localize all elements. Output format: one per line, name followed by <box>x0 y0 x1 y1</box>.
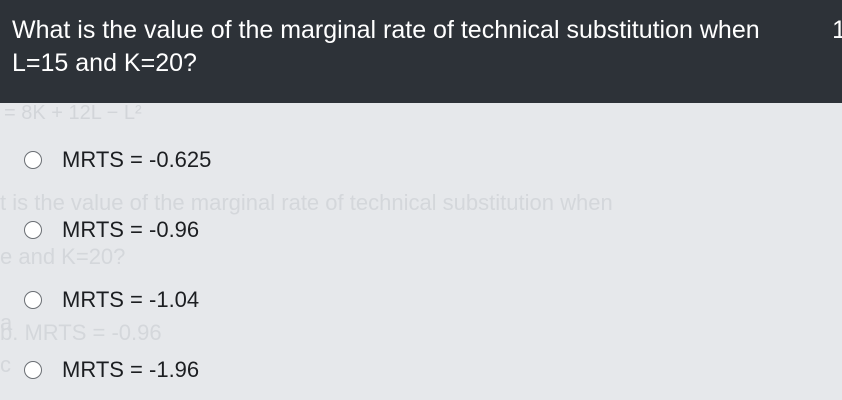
watermark-option-a: a <box>0 310 13 335</box>
question-header: What is the value of the marginal rate o… <box>0 0 842 103</box>
watermark-option-c: c <box>0 352 11 377</box>
watermark-question-line2: e and K=20? <box>0 244 126 269</box>
answer-option-label: MRTS = -1.96 <box>62 357 200 382</box>
radio-button-icon[interactable] <box>24 151 42 169</box>
question-number: 1 <box>832 16 842 44</box>
radio-button-icon[interactable] <box>24 291 42 309</box>
answer-option-4[interactable]: MRTS = -1.96 <box>24 357 199 383</box>
answer-option-label: MRTS = -0.625 <box>62 147 212 172</box>
watermark-question-line1: t is the value of the marginal rate of t… <box>0 190 613 215</box>
watermark-option-b: b. MRTS = -0.96 <box>0 320 162 345</box>
answer-option-label: MRTS = -1.04 <box>62 287 200 312</box>
radio-button-icon[interactable] <box>24 361 42 379</box>
question-text: What is the value of the marginal rate o… <box>12 16 760 77</box>
answer-option-2[interactable]: MRTS = -0.96 <box>24 217 199 243</box>
answer-option-1[interactable]: MRTS = -0.625 <box>24 147 211 173</box>
watermark-formula: = 8K + 12L − L² <box>4 102 142 124</box>
answer-option-label: MRTS = -0.96 <box>62 217 200 242</box>
radio-button-icon[interactable] <box>24 221 42 239</box>
answer-option-3[interactable]: MRTS = -1.04 <box>24 287 199 313</box>
